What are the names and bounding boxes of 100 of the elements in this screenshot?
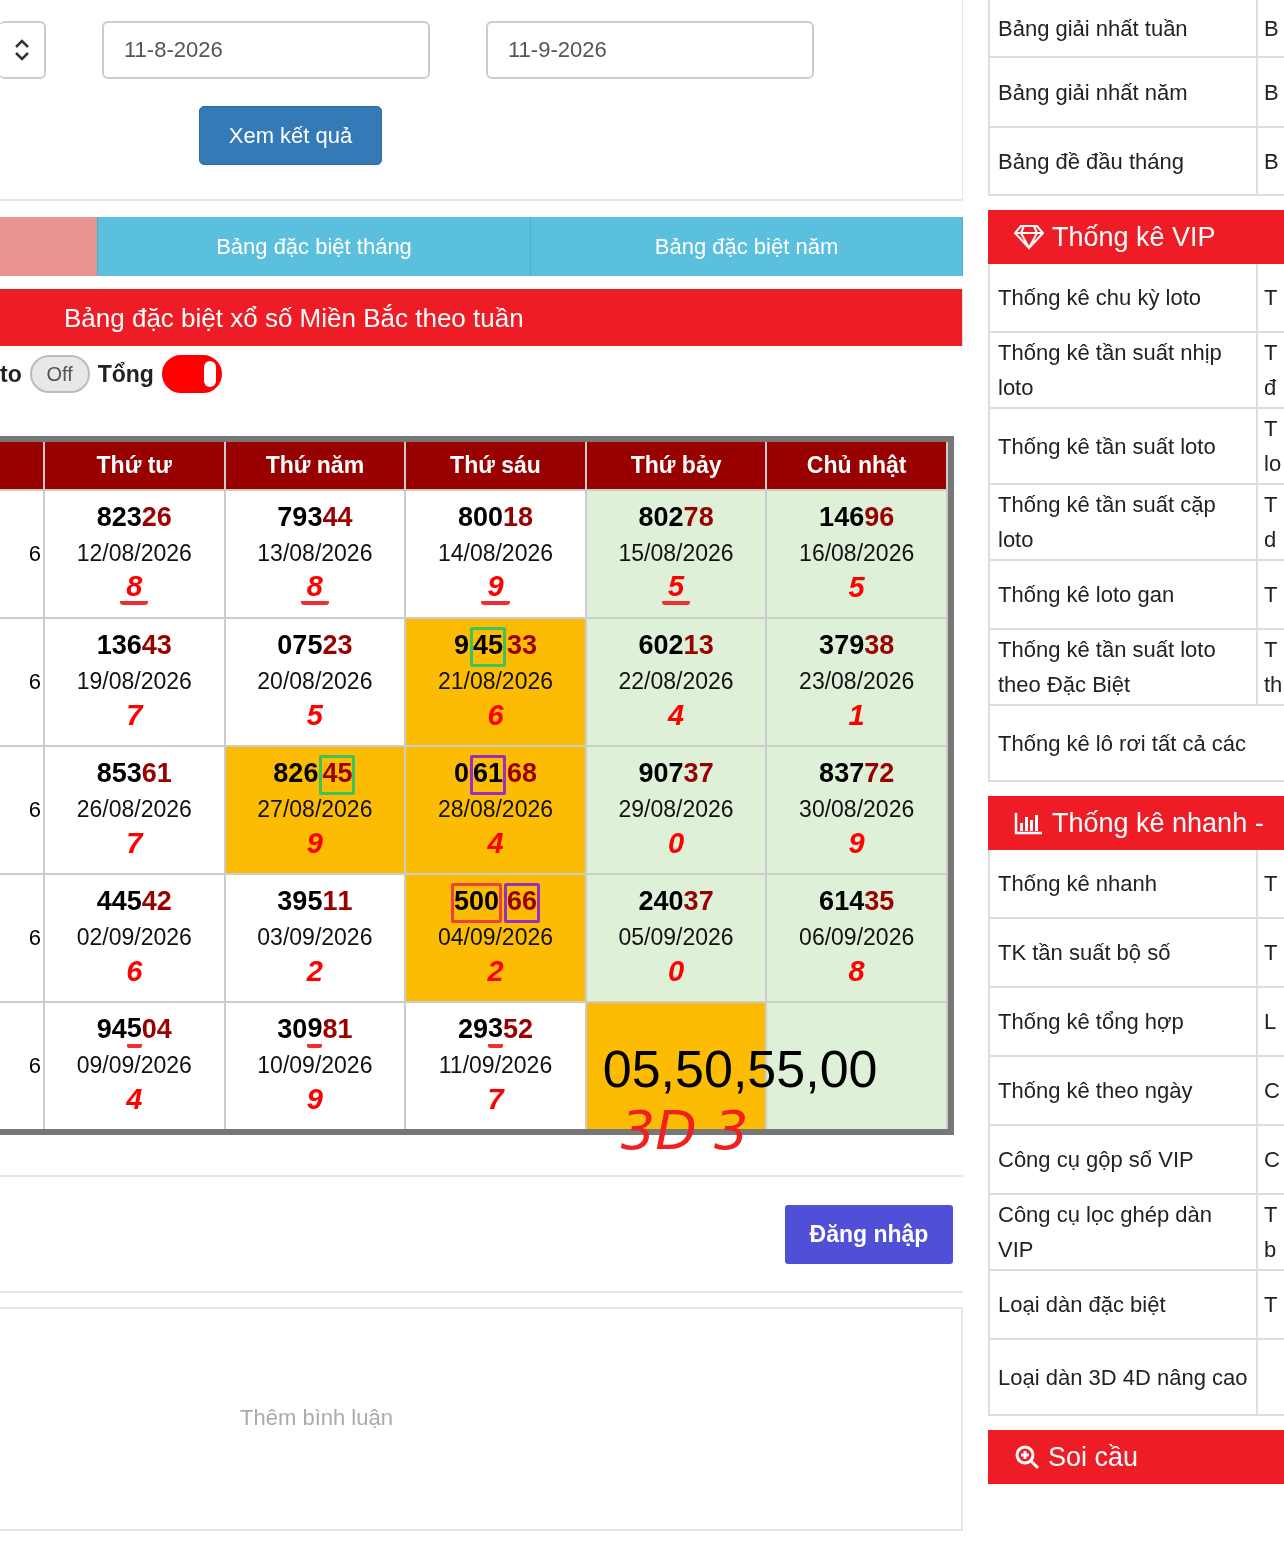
column-header: Thứ bảy bbox=[586, 442, 768, 489]
column-header bbox=[0, 442, 45, 489]
draw-date: 14/08/2026 bbox=[437, 540, 554, 567]
sidebar-link[interactable]: B bbox=[1258, 0, 1284, 58]
result-number: 37938 bbox=[819, 630, 895, 662]
handwritten-note: 3D 3 bbox=[620, 1099, 749, 1162]
draw-date: 23/08/2026 bbox=[799, 668, 915, 695]
sidebar-link[interactable]: Thống kê theo ngày bbox=[988, 1057, 1258, 1126]
draw-date: 22/08/2026 bbox=[618, 668, 734, 695]
sidebar-link[interactable]: C bbox=[1258, 1126, 1284, 1195]
sidebar-link[interactable]: Thống kê chu kỳ loto bbox=[988, 264, 1258, 333]
digit-sum: 6 bbox=[125, 955, 144, 988]
sidebar-link[interactable]: T th bbox=[1258, 630, 1284, 706]
result-number: 61435 bbox=[819, 886, 895, 918]
select-field[interactable] bbox=[0, 21, 46, 79]
sidebar-link[interactable]: Bảng giải nhất tuần bbox=[988, 0, 1258, 58]
to-date-field[interactable]: 11-9-2026 bbox=[486, 21, 814, 79]
result-number: 44542 bbox=[96, 886, 172, 918]
result-number: 90737 bbox=[638, 758, 714, 790]
result-number: 80278 bbox=[638, 502, 714, 534]
sidebar-link[interactable]: Bảng đề đầu tháng bbox=[988, 128, 1258, 196]
draw-date: 04/09/2026 bbox=[437, 924, 554, 951]
sidebar-link[interactable]: Loại dàn đặc biệt bbox=[988, 1271, 1258, 1340]
sidebar-link[interactable]: Bảng giải nhất năm bbox=[988, 58, 1258, 128]
section-title: Bảng đặc biệt xổ số Miền Bắc theo tuần bbox=[0, 289, 963, 346]
digit-sum: 5 bbox=[305, 699, 324, 732]
draw-date: 30/08/2026 bbox=[799, 796, 915, 823]
digit-sum: 5 bbox=[662, 571, 691, 605]
sidebar-link[interactable]: TK tần suất bộ số bbox=[988, 919, 1258, 988]
digit-sum: 4 bbox=[486, 827, 505, 860]
bar-chart-icon bbox=[1014, 811, 1044, 835]
result-number: 29352 bbox=[457, 1014, 534, 1048]
result-number: 14696 bbox=[819, 502, 895, 534]
sidebar-link[interactable]: Loại dàn 3D 4D nâng cao bbox=[988, 1340, 1258, 1416]
digit-sum: 7 bbox=[486, 1083, 506, 1116]
sidebar-link[interactable]: T d bbox=[1258, 485, 1284, 561]
result-number: 39511 bbox=[277, 886, 353, 918]
digit-sum: 0 bbox=[667, 827, 686, 860]
result-number: 07523 bbox=[277, 630, 353, 662]
digit-sum: 7 bbox=[125, 827, 145, 860]
digit-sum: 6 bbox=[486, 699, 505, 732]
sidebar-link[interactable]: Thống kê tần suất nhịp loto bbox=[988, 333, 1258, 409]
draw-date: 02/09/2026 bbox=[76, 924, 192, 951]
draw-date: 20/08/2026 bbox=[257, 668, 373, 695]
digit-sum: 5 bbox=[847, 571, 866, 604]
login-button[interactable]: Đăng nhập bbox=[785, 1204, 953, 1264]
sidebar-link[interactable]: Thống kê loto gan bbox=[988, 561, 1258, 630]
sidebar-link[interactable]: T đ bbox=[1258, 333, 1284, 409]
header-title: Thống kê VIP bbox=[1052, 221, 1216, 253]
toggle-switch[interactable] bbox=[161, 355, 222, 393]
sidebar-link[interactable]: T bbox=[1258, 919, 1284, 988]
sidebar-link[interactable]: T bbox=[1258, 850, 1284, 919]
sidebar-link[interactable]: C bbox=[1258, 1057, 1284, 1126]
digit-sum: 4 bbox=[666, 699, 686, 732]
sidebar-link[interactable]: T bbox=[1258, 264, 1284, 333]
sidebar-link[interactable]: B bbox=[1258, 128, 1284, 196]
sidebar-link[interactable]: T bbox=[1258, 1271, 1284, 1340]
zoom-in-icon bbox=[1014, 1444, 1040, 1470]
column-header: Thứ tư bbox=[45, 442, 226, 489]
result-number: 24037 bbox=[638, 886, 714, 918]
column-header: Chủ nhật bbox=[767, 442, 948, 489]
draw-date: 03/09/2026 bbox=[257, 924, 373, 951]
draw-date: 11/09/2026 bbox=[438, 1052, 553, 1079]
draw-date: 10/09/2026 bbox=[257, 1052, 373, 1079]
draw-date: 16/08/2026 bbox=[799, 540, 915, 567]
digit-sum: 9 bbox=[305, 827, 324, 860]
draw-date: 05/09/2026 bbox=[618, 924, 734, 951]
sidebar-link[interactable]: Công cụ gộp số VIP bbox=[988, 1126, 1258, 1195]
toggle-label: Tổng bbox=[97, 360, 154, 388]
digit-sum: 1 bbox=[847, 699, 866, 732]
result-number: 79344 bbox=[277, 502, 353, 534]
toggle-switch[interactable]: Off bbox=[29, 355, 90, 393]
draw-date: 12/08/2026 bbox=[76, 540, 192, 567]
sidebar-link[interactable]: Thống kê tổng hợp bbox=[988, 988, 1258, 1057]
draw-date: 29/08/2026 bbox=[618, 796, 734, 823]
sidebar-link[interactable]: L bbox=[1258, 988, 1284, 1057]
sidebar-link[interactable]: Thống kê tần suất loto theo Đặc Biệt bbox=[988, 630, 1258, 706]
sidebar-link[interactable]: Thống kê lô rơi tất cả các bbox=[988, 706, 1284, 782]
digit-sum: 9 bbox=[847, 827, 866, 860]
draw-date: 27/08/2026 bbox=[257, 796, 373, 823]
result-number: 13643 bbox=[96, 630, 172, 662]
sidebar-link[interactable]: B bbox=[1258, 58, 1284, 128]
comment-field[interactable]: Thêm bình luận bbox=[0, 1307, 963, 1531]
result-number: 80018 bbox=[457, 502, 534, 534]
digit-sum: 0 bbox=[667, 955, 686, 988]
digit-sum: 8 bbox=[847, 955, 866, 988]
sidebar-link[interactable]: Thống kê tần suất loto bbox=[988, 409, 1258, 485]
sidebar-link[interactable]: Thống kê tần suất cặp loto bbox=[988, 485, 1258, 561]
sidebar-link[interactable]: Công cụ lọc ghép dàn VIP bbox=[988, 1195, 1258, 1271]
draw-date: 26/08/2026 bbox=[76, 796, 192, 823]
sidebar-link[interactable]: T bbox=[1258, 561, 1284, 630]
digit-sum: 4 bbox=[125, 1083, 144, 1116]
sidebar-link[interactable]: T lo bbox=[1258, 409, 1284, 485]
column-header: Thứ sáu bbox=[406, 442, 587, 489]
result-number: 82645 bbox=[273, 758, 357, 792]
sidebar-link[interactable]: T b bbox=[1258, 1195, 1284, 1271]
draw-date: 21/08/2026 bbox=[437, 668, 554, 695]
view-results-button[interactable]: Xem kết quả bbox=[199, 106, 382, 165]
from-date-field[interactable]: 11-8-2026 bbox=[102, 21, 430, 79]
sidebar-link[interactable]: Thống kê nhanh bbox=[988, 850, 1258, 919]
